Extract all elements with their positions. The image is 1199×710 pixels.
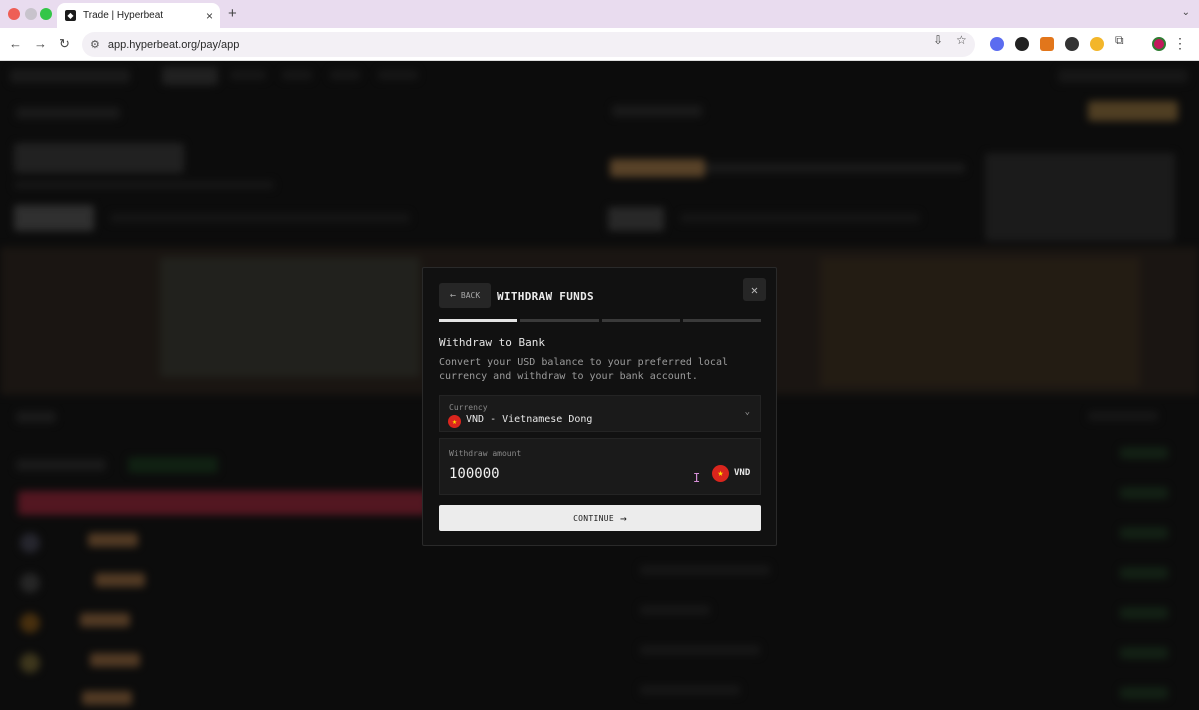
bookmark-star-icon[interactable]: ☆ <box>956 33 967 47</box>
step-indicator-3 <box>601 319 680 322</box>
chevron-down-icon: ⌄ <box>744 407 750 417</box>
text-cursor-icon: I <box>693 471 701 485</box>
window-maximize-button[interactable] <box>40 8 52 20</box>
continue-button[interactable]: CONTINUE → <box>439 505 761 531</box>
withdraw-funds-modal: ← BACK WITHDRAW FUNDS ✕ Withdraw to Bank… <box>422 267 777 546</box>
step-progress <box>439 319 761 322</box>
close-icon: ✕ <box>750 282 759 297</box>
tab-title: Trade | Hyperbeat <box>83 10 164 21</box>
continue-button-label: CONTINUE <box>573 513 614 523</box>
address-bar[interactable]: ⚙ app.hyperbeat.org/pay/app <box>82 32 975 57</box>
site-settings-icon[interactable]: ⚙ <box>90 38 100 51</box>
browser-toolbar: ← → ↻ ⚙ app.hyperbeat.org/pay/app ⇩ ☆ ⧉ … <box>0 28 1199 61</box>
extension-yellow-icon[interactable] <box>1090 37 1104 51</box>
browser-tab[interactable]: ◆ Trade | Hyperbeat × <box>57 3 220 28</box>
back-button-label: BACK <box>460 291 481 300</box>
back-icon[interactable]: ← <box>9 36 22 51</box>
vietnam-flag-icon: ★ <box>448 415 461 428</box>
extension-blue-icon[interactable] <box>990 37 1004 51</box>
step-indicator-4 <box>682 319 761 322</box>
browser-menu-icon[interactable]: ⋮ <box>1173 35 1187 52</box>
new-tab-button[interactable]: + <box>228 5 237 22</box>
arrow-right-icon: → <box>620 511 627 525</box>
currency-label: Currency <box>449 403 488 412</box>
extension-cup-icon[interactable] <box>1065 37 1079 51</box>
browser-tab-strip: ◆ Trade | Hyperbeat × + ⌄ <box>0 0 1199 28</box>
extensions-puzzle-icon[interactable]: ⧉ <box>1115 33 1124 48</box>
hyperbeat-favicon-icon: ◆ <box>65 10 76 21</box>
back-button[interactable]: ← BACK <box>439 283 491 308</box>
extension-dark-icon[interactable] <box>1015 37 1029 51</box>
section-description: Convert your USD balance to your preferr… <box>439 357 728 382</box>
modal-title: WITHDRAW FUNDS <box>497 290 594 303</box>
metamask-fox-icon[interactable] <box>1040 37 1054 51</box>
withdraw-amount-input[interactable] <box>449 463 689 485</box>
arrow-left-icon: ← <box>449 290 456 301</box>
window-close-button[interactable] <box>8 8 20 20</box>
close-button[interactable]: ✕ <box>743 278 766 301</box>
currency-select[interactable]: Currency ★ VND - Vietnamese Dong ⌄ <box>439 395 761 432</box>
tab-search-icon[interactable]: ⌄ <box>1182 7 1190 18</box>
amount-currency-unit: VND <box>734 468 751 478</box>
forward-icon[interactable]: → <box>34 36 47 51</box>
step-indicator-2 <box>520 319 599 322</box>
window-minimize-button[interactable] <box>25 8 37 20</box>
withdraw-amount-label: Withdraw amount <box>449 449 522 458</box>
section-title: Withdraw to Bank <box>439 336 545 349</box>
withdraw-amount-field: Withdraw amount I ★ VND <box>439 438 761 495</box>
tab-close-icon[interactable]: × <box>206 9 213 23</box>
step-indicator-1 <box>439 319 518 322</box>
vietnam-flag-icon: ★ <box>712 465 729 482</box>
reload-icon[interactable]: ↻ <box>59 36 70 52</box>
currency-value: VND - Vietnamese Dong <box>466 414 593 425</box>
install-app-icon[interactable]: ⇩ <box>933 33 943 47</box>
url-text[interactable]: app.hyperbeat.org/pay/app <box>108 39 240 51</box>
profile-avatar[interactable] <box>1152 37 1166 51</box>
